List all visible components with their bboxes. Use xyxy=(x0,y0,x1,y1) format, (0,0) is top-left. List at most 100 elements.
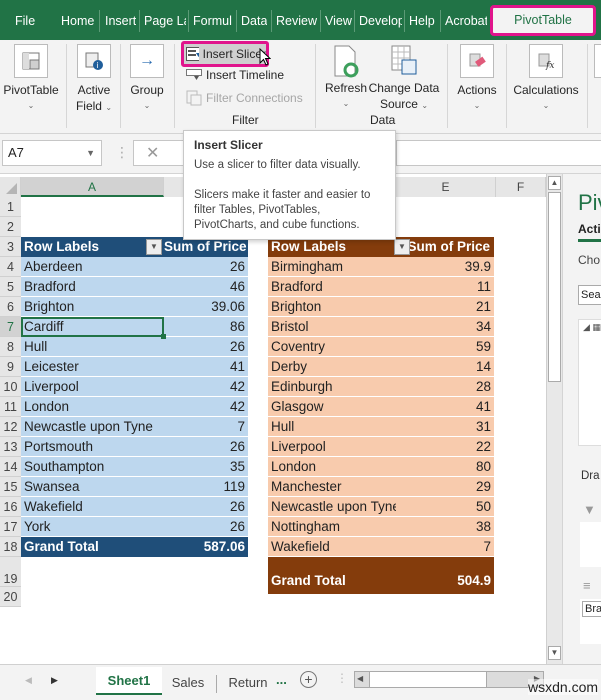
sheet-tab-sheet1[interactable]: Sheet1 xyxy=(96,667,162,695)
row-header-16[interactable]: 16 xyxy=(0,497,21,517)
pivot-row-label[interactable]: Liverpool xyxy=(268,437,396,457)
pivot-row-label[interactable]: Brighton xyxy=(268,297,396,317)
pivot-row-value[interactable]: 7 xyxy=(164,417,248,437)
pivot-row-value[interactable]: 38 xyxy=(396,517,494,537)
pivot-row-value[interactable]: 28 xyxy=(396,377,494,397)
row-header-10[interactable]: 10 xyxy=(0,377,21,397)
row-header-19[interactable]: 19 xyxy=(0,557,21,587)
pivot-row-value[interactable]: 26 xyxy=(164,517,248,537)
tab-view[interactable]: View xyxy=(325,13,352,29)
pane-tab-active[interactable]: Acti xyxy=(578,222,601,236)
pivot-row-label[interactable]: London xyxy=(268,457,396,477)
pivot-row-label[interactable]: Newcastle upon Tyne xyxy=(21,417,164,437)
filter-dropdown-icon[interactable]: ▼ xyxy=(146,239,162,255)
pivot-row-value[interactable]: 41 xyxy=(164,357,248,377)
pivot-row-value[interactable]: 21 xyxy=(396,297,494,317)
active-field-button[interactable]: i Active Field ⌄ xyxy=(70,44,118,116)
tab-acrobat[interactable]: Acrobat xyxy=(445,13,487,29)
row-header-7[interactable]: 7 xyxy=(0,317,21,337)
splitter-icon[interactable]: ⋮ xyxy=(336,671,348,685)
tab-file[interactable]: File xyxy=(15,13,35,29)
row-header-9[interactable]: 9 xyxy=(0,357,21,377)
filter-dropdown-icon[interactable]: ▼ xyxy=(394,239,410,255)
pivot-row-label[interactable]: Portsmouth xyxy=(21,437,164,457)
pivot-row-label[interactable]: London xyxy=(21,397,164,417)
scroll-left-icon[interactable]: ◀ xyxy=(357,674,363,683)
scroll-down-icon[interactable]: ▼ xyxy=(548,646,561,660)
cancel-icon[interactable]: ✕ xyxy=(146,143,159,163)
tab-formulas[interactable]: Formul xyxy=(193,13,235,29)
pivot-row-label[interactable]: Glasgow xyxy=(268,397,396,417)
left-grand-total-label[interactable]: Grand Total xyxy=(21,537,164,557)
pivot-row-value[interactable]: 26 xyxy=(164,337,248,357)
next-sheet-icon[interactable]: ▶ xyxy=(51,675,58,686)
prev-sheet-icon[interactable]: ◀ xyxy=(25,675,32,686)
pivot-row-value[interactable]: 22 xyxy=(396,437,494,457)
pivot-row-value[interactable]: 35 xyxy=(164,457,248,477)
sheet-tab-sales[interactable]: Sales xyxy=(162,669,214,697)
pivot-row-value[interactable]: 80 xyxy=(396,457,494,477)
pivot-row-value[interactable]: 42 xyxy=(164,397,248,417)
pivot-row-value[interactable]: 26 xyxy=(164,257,248,277)
tab-data[interactable]: Data xyxy=(241,13,267,29)
row-header-8[interactable]: 8 xyxy=(0,337,21,357)
pivot-row-value[interactable]: 59 xyxy=(396,337,494,357)
pivot-row-value[interactable]: 31 xyxy=(396,417,494,437)
pivot-row-label[interactable]: Bristol xyxy=(268,317,396,337)
selected-cell-a7[interactable] xyxy=(21,317,166,339)
pivot-row-value[interactable]: 50 xyxy=(396,497,494,517)
pivot-row-value[interactable]: 39.06 xyxy=(164,297,248,317)
name-box[interactable]: A7 ▼ xyxy=(2,140,102,166)
add-sheet-icon[interactable]: + xyxy=(300,671,317,688)
pivot-row-label[interactable]: Coventry xyxy=(268,337,396,357)
row-header-14[interactable]: 14 xyxy=(0,457,21,477)
column-header-e[interactable]: E xyxy=(396,177,496,197)
pivot-row-label[interactable]: Hull xyxy=(268,417,396,437)
row-header-4[interactable]: 4 xyxy=(0,257,21,277)
right-pivot-header-label[interactable]: Row Labels xyxy=(268,237,396,257)
pivot-row-label[interactable]: Brighton xyxy=(21,297,164,317)
row-header-18[interactable]: 18 xyxy=(0,537,21,557)
pivot-row-label[interactable]: Bradford xyxy=(268,277,396,297)
pivot-row-label[interactable]: Aberdeen xyxy=(21,257,164,277)
tab-help[interactable]: Help xyxy=(409,13,435,29)
column-header-a[interactable]: A xyxy=(21,177,164,197)
calculations-button[interactable]: fx Calculations ⌄ xyxy=(510,44,582,114)
row-header-3[interactable]: 3 xyxy=(0,237,21,257)
refresh-button[interactable]: Refresh ⌄ xyxy=(322,42,370,112)
row-header-5[interactable]: 5 xyxy=(0,277,21,297)
insert-slicer-button[interactable]: Insert Slicer xyxy=(181,41,269,67)
pivot-row-label[interactable]: Newcastle upon Tyne xyxy=(268,497,396,517)
pivot-row-label[interactable]: Manchester xyxy=(268,477,396,497)
tab-home[interactable]: Home xyxy=(61,13,94,29)
fill-handle[interactable] xyxy=(161,334,166,339)
pivot-row-label[interactable]: York xyxy=(21,517,164,537)
left-pivot-header-value[interactable]: Sum of Price xyxy=(164,237,248,257)
filter-connections-button[interactable]: Filter Connections xyxy=(186,89,303,107)
pivot-row-label[interactable]: Bradford xyxy=(21,277,164,297)
insert-timeline-button[interactable]: Insert Timeline xyxy=(186,66,284,84)
tab-insert[interactable]: Insert xyxy=(105,13,136,29)
pivot-row-label[interactable]: Wakefield xyxy=(268,537,396,557)
pivot-row-value[interactable]: 41 xyxy=(396,397,494,417)
actions-button[interactable]: Actions ⌄ xyxy=(452,44,502,114)
pivot-row-label[interactable]: Liverpool xyxy=(21,377,164,397)
row-header-12[interactable]: 12 xyxy=(0,417,21,437)
pivot-row-value[interactable]: 11 xyxy=(396,277,494,297)
pivot-row-label[interactable]: Leicester xyxy=(21,357,164,377)
column-header-b[interactable] xyxy=(164,177,184,197)
pivot-row-label[interactable]: Wakefield xyxy=(21,497,164,517)
column-header-f[interactable]: F xyxy=(496,177,546,197)
pivottable-button[interactable]: PivotTable ⌄ xyxy=(2,44,60,114)
row-header-13[interactable]: 13 xyxy=(0,437,21,457)
vertical-scrollbar[interactable]: ▲ ▼ xyxy=(546,174,562,664)
select-all-button[interactable] xyxy=(0,177,21,197)
pivot-row-label[interactable]: Derby xyxy=(268,357,396,377)
row-header-11[interactable]: 11 xyxy=(0,397,21,417)
pivot-row-label[interactable]: Southampton xyxy=(21,457,164,477)
h-scroll-thumb[interactable] xyxy=(369,672,487,687)
right-pivot-header-value[interactable]: Sum of Price xyxy=(396,237,494,257)
sheet-tab-return[interactable]: Return xyxy=(222,669,274,697)
tab-developer[interactable]: Develop xyxy=(359,13,402,29)
row-header-15[interactable]: 15 xyxy=(0,477,21,497)
